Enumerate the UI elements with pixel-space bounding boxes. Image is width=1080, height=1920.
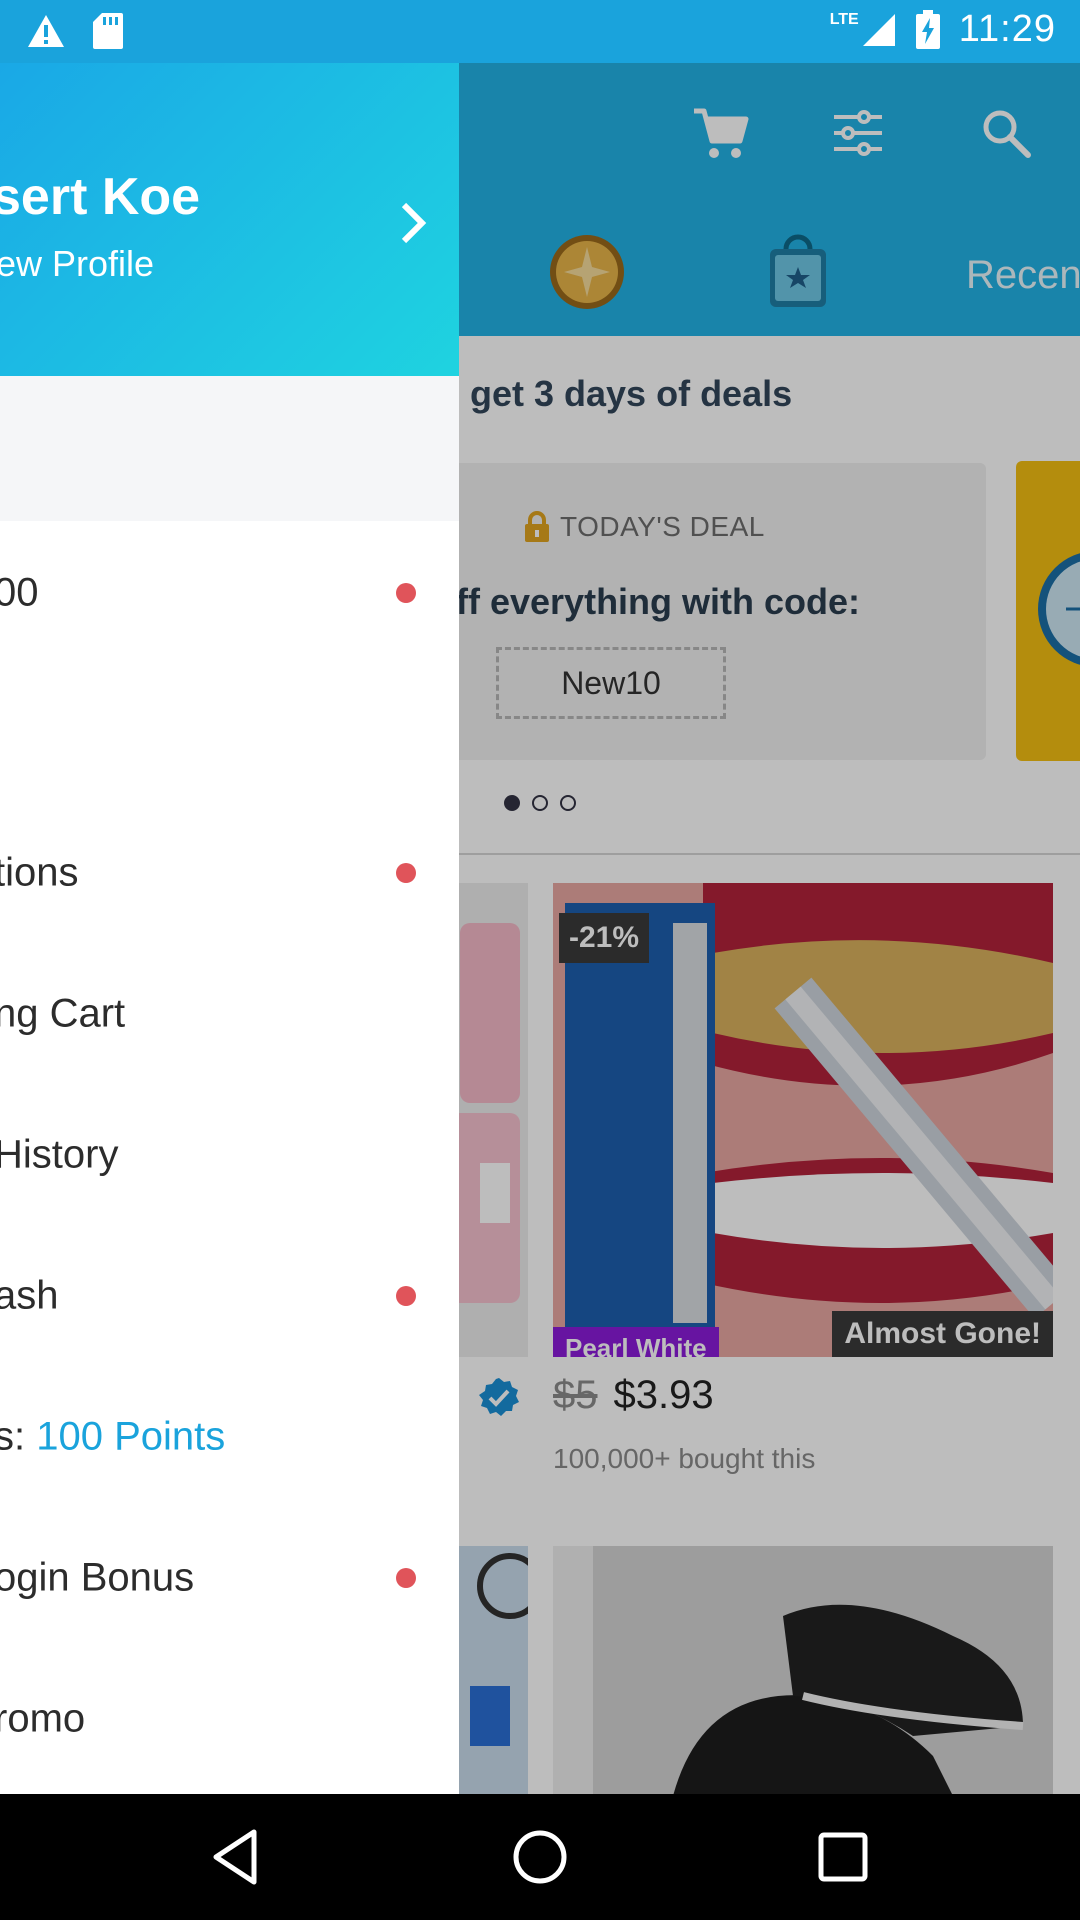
drawer-section-band — [0, 376, 459, 521]
signal-icon — [862, 13, 895, 46]
drawer-item-label: ash — [0, 1273, 59, 1318]
status-bar: LTE 11:29 — [0, 0, 1080, 63]
drawer-item-1[interactable]: 00 — [0, 533, 459, 653]
drawer-item-label: 00 — [0, 570, 39, 615]
back-icon[interactable] — [206, 1826, 268, 1888]
battery-charging-icon — [915, 9, 940, 49]
drawer-item-label: s: 100 Points — [0, 1415, 225, 1460]
points-value: 100 Points — [36, 1414, 226, 1459]
drawer-item-prefix: s: — [0, 1414, 26, 1459]
home-icon[interactable] — [509, 1826, 571, 1888]
sd-card-icon — [93, 13, 123, 49]
warning-icon — [28, 15, 64, 47]
drawer-item-label: tions — [0, 850, 79, 895]
drawer-item-order-history[interactable]: History — [0, 1095, 459, 1215]
drawer-item-points[interactable]: s: 100 Points — [0, 1377, 459, 1497]
notification-dot — [396, 583, 416, 603]
view-profile-link[interactable]: ew Profile — [0, 243, 154, 285]
clock: 11:29 — [958, 8, 1056, 50]
drawer-item-cash[interactable]: ash — [0, 1236, 459, 1356]
recents-icon[interactable] — [812, 1826, 874, 1888]
drawer-item-promo[interactable]: romo — [0, 1659, 459, 1779]
drawer-item-label: ogin Bonus — [0, 1555, 195, 1600]
drawer-item-notifications[interactable]: tions — [0, 813, 459, 933]
notification-dot — [396, 863, 416, 883]
chevron-right-icon[interactable] — [398, 201, 428, 245]
notification-dot — [396, 1568, 416, 1588]
network-type: LTE — [829, 10, 859, 28]
drawer-item-label: ng Cart — [0, 991, 126, 1036]
drawer-item-login-bonus[interactable]: ogin Bonus — [0, 1518, 459, 1638]
drawer-header[interactable]: sert Koe ew Profile — [0, 63, 459, 376]
notification-dot — [396, 1286, 416, 1306]
profile-name: sert Koe — [0, 168, 201, 226]
navigation-drawer: sert Koe ew Profile 00 tions ng Cart His… — [0, 63, 459, 1794]
system-nav-bar — [0, 1794, 1080, 1920]
drawer-item-label: History — [0, 1132, 119, 1177]
drawer-item-label: romo — [0, 1696, 86, 1741]
drawer-item-shopping-cart[interactable]: ng Cart — [0, 954, 459, 1074]
